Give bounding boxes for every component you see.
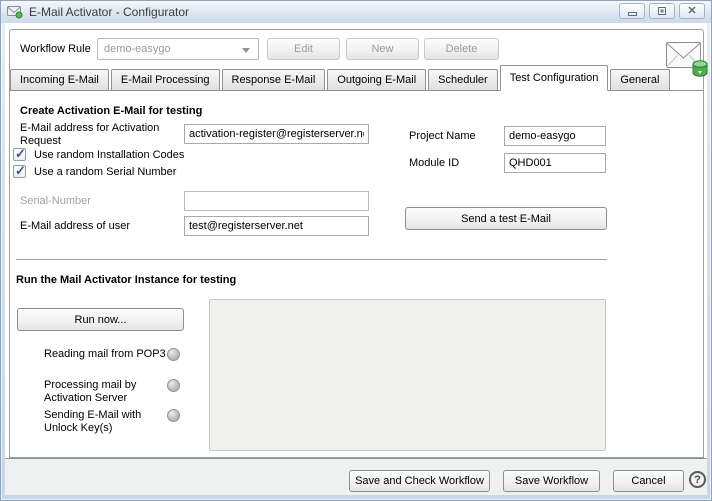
- tab-strip: Incoming E-Mail E-Mail Processing Respon…: [10, 65, 703, 91]
- tab-email-processing[interactable]: E-Mail Processing: [111, 69, 220, 90]
- section-separator: [16, 259, 607, 261]
- status-processing-label: Processing mail by Activation Server: [44, 379, 168, 405]
- installation-codes-label: Use random Installation Codes: [34, 149, 184, 161]
- checkmark-icon: ✓: [15, 163, 26, 179]
- edit-button[interactable]: Edit: [267, 38, 340, 60]
- send-test-email-button[interactable]: Send a test E-Mail: [405, 207, 607, 230]
- section-title-create-activation: Create Activation E-Mail for testing: [20, 105, 202, 118]
- delete-button[interactable]: Delete: [424, 38, 499, 60]
- footer-bar: Save and Check Workflow Save Workflow Ca…: [5, 458, 707, 495]
- checkmark-icon: ✓: [15, 146, 26, 162]
- chevron-down-icon: [242, 48, 250, 53]
- serial-number-checkbox[interactable]: ✓: [13, 165, 26, 178]
- close-icon: ✕: [687, 6, 696, 17]
- help-icon[interactable]: ?: [689, 471, 706, 488]
- project-name-label: Project Name: [409, 130, 476, 143]
- main-panel: Workflow Rule demo-easygo Edit New Delet…: [9, 29, 704, 458]
- section-title-run-instance: Run the Mail Activator Instance for test…: [16, 274, 236, 287]
- close-button[interactable]: ✕: [679, 3, 705, 19]
- tab-test-configuration[interactable]: Test Configuration: [500, 65, 609, 91]
- user-email-label: E-Mail address of user: [20, 220, 130, 233]
- status-processing-indicator: [167, 379, 180, 392]
- status-sending-indicator: [167, 409, 180, 422]
- installation-codes-checkbox[interactable]: ✓: [13, 148, 26, 161]
- tab-response-email[interactable]: Response E-Mail: [222, 69, 326, 90]
- checkbox-row-installation-codes: ✓ Use random Installation Codes: [13, 148, 184, 161]
- user-email-input[interactable]: [184, 216, 369, 236]
- window: E-Mail Activator - Configurator ✕ Workfl…: [0, 0, 712, 501]
- minimize-icon: [628, 12, 637, 16]
- workflow-rule-value: demo-easygo: [104, 43, 171, 55]
- tab-general[interactable]: General: [610, 69, 669, 90]
- minimize-button[interactable]: [619, 3, 645, 19]
- module-id-label: Module ID: [409, 157, 459, 170]
- run-now-button[interactable]: Run now...: [17, 308, 184, 331]
- title-bar[interactable]: E-Mail Activator - Configurator ✕: [1, 1, 711, 23]
- project-name-input[interactable]: [504, 126, 606, 146]
- maximize-icon: [658, 7, 666, 15]
- tab-outgoing-email[interactable]: Outgoing E-Mail: [327, 69, 426, 90]
- window-title: E-Mail Activator - Configurator: [29, 5, 189, 19]
- new-button[interactable]: New: [346, 38, 419, 60]
- serial-number-input[interactable]: [184, 191, 369, 211]
- status-sending-label: Sending E-Mail with Unlock Key(s): [44, 409, 168, 435]
- activation-email-label: E-Mail address for Activation Request: [20, 122, 182, 148]
- tab-incoming-email[interactable]: Incoming E-Mail: [10, 69, 109, 90]
- workflow-rule-label: Workflow Rule: [20, 43, 91, 56]
- run-output-panel[interactable]: [209, 299, 606, 451]
- app-mail-icon: [7, 5, 23, 19]
- cancel-button[interactable]: Cancel: [613, 470, 684, 492]
- maximize-button[interactable]: [649, 3, 675, 19]
- client-area: Workflow Rule demo-easygo Edit New Delet…: [5, 23, 707, 493]
- checkbox-row-serial-number: ✓ Use a random Serial Number: [13, 165, 176, 178]
- save-workflow-button[interactable]: Save Workflow: [503, 470, 600, 492]
- status-pop3-label: Reading mail from POP3: [44, 348, 168, 361]
- save-and-check-workflow-button[interactable]: Save and Check Workflow: [349, 470, 490, 492]
- activation-email-input[interactable]: [184, 124, 369, 144]
- serial-number-label: Serial-Number: [20, 195, 91, 208]
- module-id-input[interactable]: [504, 153, 606, 173]
- serial-number-checkbox-label: Use a random Serial Number: [34, 166, 176, 178]
- status-pop3-indicator: [167, 348, 180, 361]
- tab-scheduler[interactable]: Scheduler: [428, 69, 498, 90]
- workflow-rule-select[interactable]: demo-easygo: [97, 38, 259, 60]
